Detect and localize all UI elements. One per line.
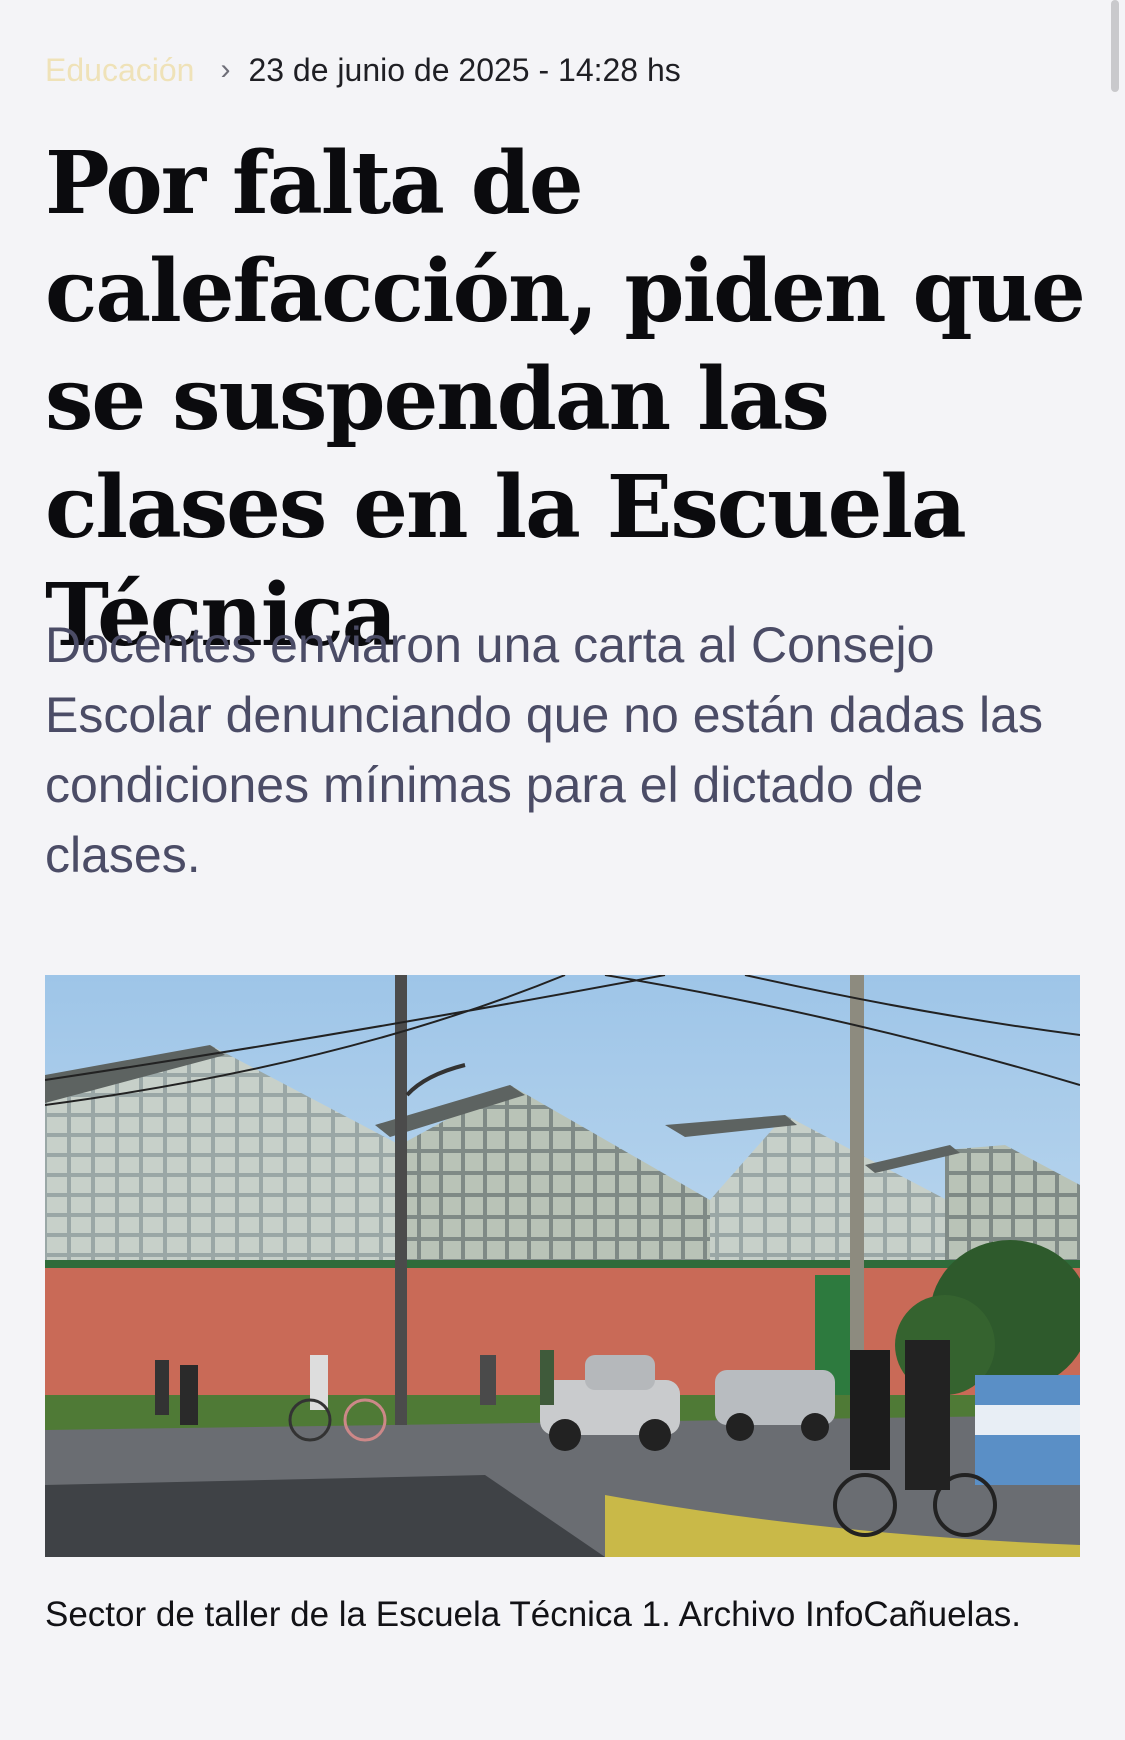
scrollbar[interactable] [1111, 0, 1119, 92]
publish-date: 23 de junio de 2025 - 14:28 hs [248, 52, 681, 88]
chevron-right-icon: › [220, 53, 231, 86]
subheadline: Docentes enviaron una carta al Consejo E… [45, 617, 1043, 883]
headline: Por falta de calefacción, piden que se s… [45, 133, 1086, 666]
article-image[interactable] [45, 975, 1080, 1557]
article-meta: Educación › 23 de junio de 2025 - 14:28 … [45, 50, 681, 90]
category-link[interactable]: Educación [45, 50, 194, 90]
image-caption: Sector de taller de la Escuela Técnica 1… [45, 1595, 1022, 1634]
school-workshop-photo [45, 975, 1080, 1557]
